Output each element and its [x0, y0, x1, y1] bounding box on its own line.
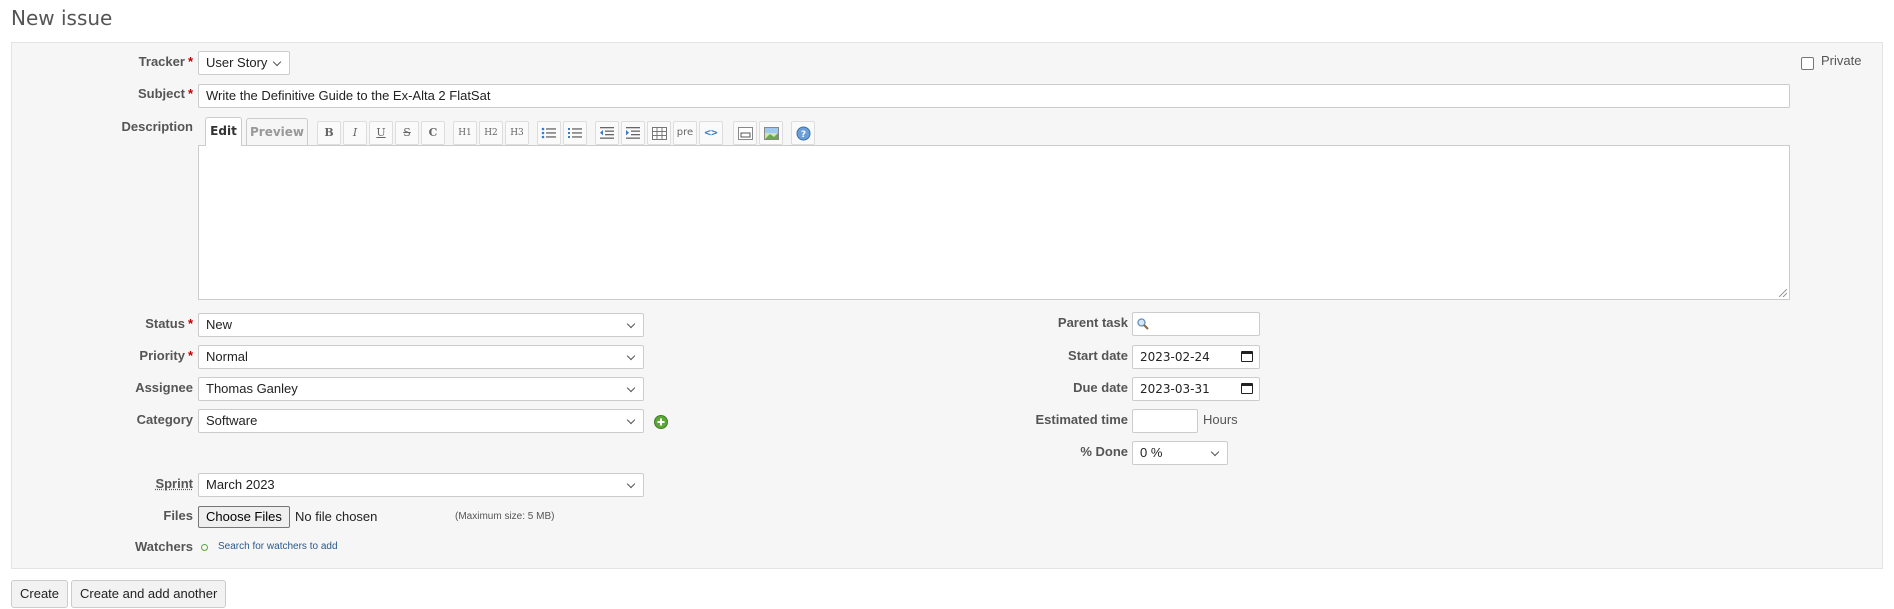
add-category-button[interactable] [654, 415, 668, 429]
private-label: Private [1821, 53, 1862, 68]
bold-button[interactable]: B [317, 121, 341, 145]
start-date-label: Start date [1068, 348, 1128, 363]
sprint-label: Sprint [155, 476, 193, 491]
image-button[interactable] [759, 121, 783, 145]
file-status: No file chosen [295, 509, 378, 524]
start-date-input[interactable]: 2023-02-24 [1132, 345, 1260, 369]
subject-input[interactable]: Write the Definitive Guide to the Ex-Alt… [198, 84, 1790, 108]
underline-button[interactable]: U [369, 121, 393, 145]
tab-edit[interactable]: Edit [205, 117, 242, 146]
image-icon [763, 127, 779, 140]
tracker-select[interactable]: User Story [198, 51, 290, 75]
svg-text:?: ? [800, 130, 805, 140]
indent-icon [626, 127, 640, 139]
priority-label: Priority * [139, 348, 193, 363]
due-date-label: Due date [1073, 380, 1128, 395]
sprint-select[interactable]: March 2023 [198, 473, 644, 497]
priority-select[interactable]: Normal [198, 345, 644, 369]
category-select[interactable]: Software [198, 409, 644, 433]
description-textarea[interactable] [198, 145, 1790, 300]
assignee-select[interactable]: Thomas Ganley [198, 377, 644, 401]
max-size-note: (Maximum size: 5 MB) [455, 511, 555, 522]
tab-preview[interactable]: Preview [246, 118, 308, 145]
indent-right-button[interactable] [621, 121, 645, 145]
wiki-link-icon [737, 127, 753, 140]
category-label: Category [136, 412, 193, 427]
heading3-button[interactable]: H3 [505, 121, 529, 145]
watcher-add-icon [201, 544, 208, 551]
help-icon: ? [796, 126, 810, 141]
bulleted-list-icon [541, 127, 556, 139]
private-checkbox[interactable] [1801, 57, 1814, 70]
preformatted-button[interactable]: pre [673, 121, 697, 145]
status-label: Status * [145, 316, 193, 331]
percent-done-select[interactable]: 0 % [1132, 441, 1228, 465]
hours-unit: Hours [1203, 412, 1238, 427]
calendar-icon [1241, 383, 1253, 394]
bulleted-list-button[interactable] [537, 121, 561, 145]
watchers-label: Watchers [134, 539, 193, 554]
estimated-time-label: Estimated time [1035, 412, 1128, 427]
code-icon: <> [704, 126, 718, 139]
numbered-list-button[interactable] [563, 121, 587, 145]
numbered-list-icon [568, 128, 582, 138]
estimated-time-input[interactable] [1132, 409, 1198, 433]
parent-task-label: Parent task [1057, 315, 1128, 330]
tracker-label: Tracker * [138, 54, 193, 69]
search-icon [1137, 318, 1149, 330]
status-select[interactable]: New [198, 313, 644, 337]
percent-done-label: % Done [1080, 444, 1128, 459]
create-button[interactable]: Create [11, 580, 69, 608]
calendar-icon [1241, 351, 1253, 362]
table-button[interactable] [647, 121, 671, 145]
heading1-button[interactable]: H1 [453, 121, 477, 145]
resize-grip[interactable] [1779, 289, 1787, 297]
help-button[interactable]: ? [791, 121, 815, 145]
choose-files-button[interactable]: Choose Files [198, 506, 290, 528]
table-icon [651, 127, 667, 140]
assignee-label: Assignee [135, 380, 193, 395]
outdent-icon [600, 127, 614, 139]
search-watchers-link[interactable]: Search for watchers to add [218, 541, 338, 552]
page-title: New issue [11, 6, 113, 30]
code-button[interactable]: <> [699, 121, 723, 145]
add-icon [654, 415, 668, 429]
parent-task-input[interactable] [1132, 312, 1260, 336]
link-button[interactable] [733, 121, 757, 145]
italic-button[interactable]: I [343, 121, 367, 145]
description-label: Description [121, 119, 193, 134]
create-and-add-another-button[interactable]: Create and add another [71, 580, 227, 608]
heading2-button[interactable]: H2 [479, 121, 503, 145]
files-label: Files [163, 508, 193, 523]
strikethrough-button[interactable]: S [395, 121, 419, 145]
subject-label: Subject * [137, 86, 193, 101]
inline-code-button[interactable]: C [421, 121, 445, 145]
indent-left-button[interactable] [595, 121, 619, 145]
due-date-input[interactable]: 2023-03-31 [1132, 377, 1260, 401]
